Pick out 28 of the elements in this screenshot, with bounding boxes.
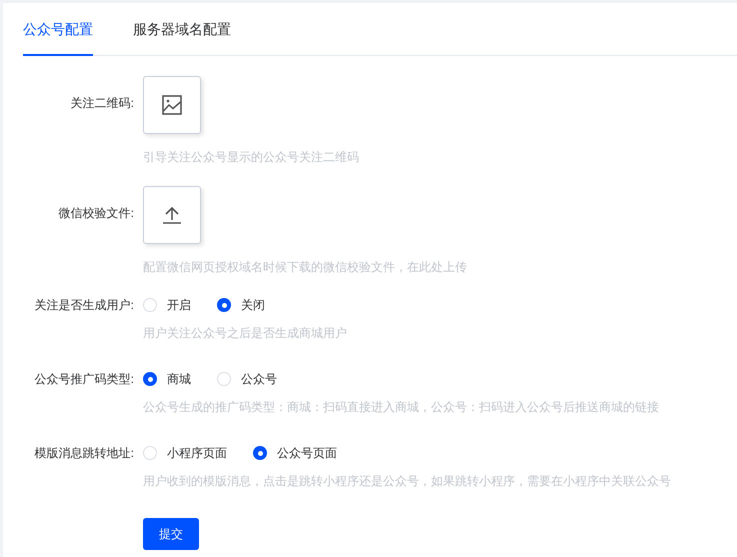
hint-text: 用户关注公众号之后是否生成商城用户	[143, 325, 347, 341]
submit-button[interactable]: 提交	[143, 518, 199, 550]
radio-button[interactable]	[143, 446, 157, 460]
field-label: 关注二维码:	[70, 95, 134, 112]
image-icon	[162, 95, 182, 115]
field-label: 关注是否生成用户:	[34, 297, 134, 314]
radio-label[interactable]: 公众号	[241, 370, 283, 388]
radio-button[interactable]	[253, 446, 267, 460]
radio-button[interactable]	[217, 372, 231, 386]
tab[interactable]: 服务器域名配置	[133, 3, 231, 56]
radio-label[interactable]: 关闭	[241, 296, 271, 314]
upload-box[interactable]	[143, 76, 201, 134]
radio-label[interactable]: 小程序页面	[167, 444, 233, 462]
upload-icon	[162, 206, 182, 224]
radio-button[interactable]	[217, 298, 231, 312]
hint-text: 配置微信网页授权域名时候下载的微信校验文件，在此处上传	[143, 259, 467, 275]
radio-label[interactable]: 公众号页面	[277, 444, 343, 462]
hint-text: 用户收到的模版消息，点击是跳转小程序还是公众号，如果跳转小程序，需要在小程序中关联公众号	[143, 473, 671, 489]
hint-text: 公众号生成的推广码类型：商城：扫码直接进入商城，公众号：扫码进入公众号后推送商城的链接	[143, 399, 659, 415]
radio-button[interactable]	[143, 372, 157, 386]
field-label: 公众号推广码类型:	[34, 371, 134, 388]
radio-button[interactable]	[143, 298, 157, 312]
field-label: 微信校验文件:	[58, 205, 134, 222]
radio-label[interactable]: 开启	[167, 296, 197, 314]
hint-text: 引导关注公众号显示的公众号关注二维码	[143, 149, 359, 165]
radio-label[interactable]: 商城	[167, 370, 197, 388]
tab[interactable]: 公众号配置	[23, 3, 93, 56]
field-label: 模版消息跳转地址:	[34, 445, 134, 462]
